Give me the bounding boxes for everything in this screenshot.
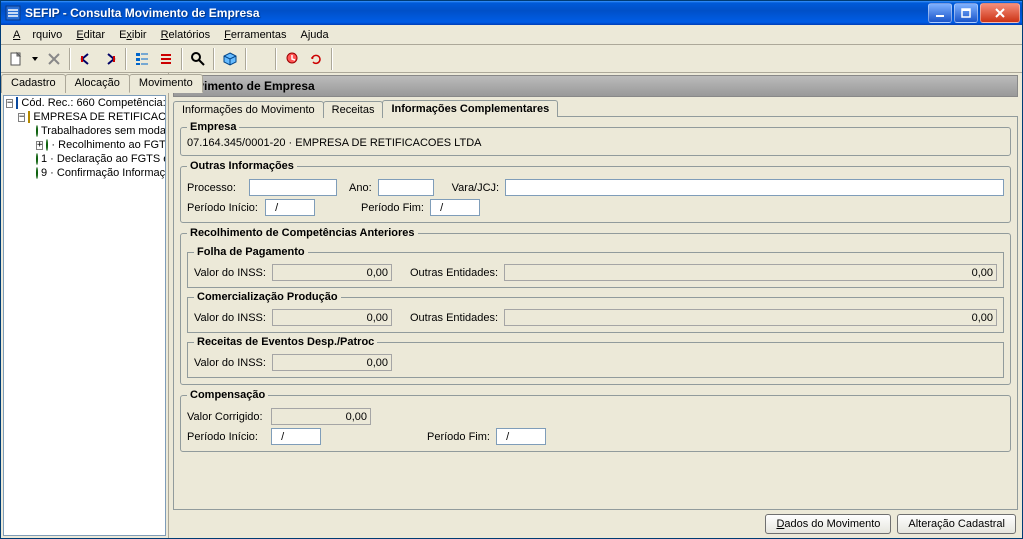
input-ano[interactable] bbox=[378, 179, 434, 196]
node-icon bbox=[46, 139, 48, 151]
window-title: SEFIP - Consulta Movimento de Empresa bbox=[25, 6, 928, 20]
form-area: Empresa 07.164.345/0001-20 · EMPRESA DE … bbox=[173, 116, 1018, 510]
legend-receitas: Receitas de Eventos Desp./Patroc bbox=[194, 336, 377, 348]
tree-empresa[interactable]: −EMPRESA DE RETIFICACOES bbox=[4, 110, 165, 124]
lbl-valor-inss: Valor do INSS: bbox=[194, 267, 266, 279]
arrow-fwd-icon[interactable] bbox=[99, 48, 121, 70]
fieldset-receitas: Receitas de Eventos Desp./Patroc Valor d… bbox=[187, 336, 1004, 378]
lbl-outras-ent: Outras Entidades: bbox=[410, 312, 498, 324]
node-icon bbox=[36, 153, 38, 165]
lbl-ano: Ano: bbox=[349, 182, 372, 194]
legend-comerc: Comercialização Produção bbox=[194, 291, 341, 303]
minimize-button[interactable] bbox=[928, 3, 952, 23]
fieldset-recolhimento: Recolhimento de Competências Anteriores … bbox=[180, 227, 1011, 385]
lbl-comp-periodo-fim: Período Fim: bbox=[427, 431, 490, 443]
cube-icon[interactable] bbox=[219, 48, 241, 70]
fieldset-compensacao: Compensação Valor Corrigido: Período Iní… bbox=[180, 389, 1011, 452]
input-comerc-inss bbox=[272, 309, 392, 326]
legend-outras: Outras Informações bbox=[187, 160, 297, 172]
toolbar-separator bbox=[213, 48, 215, 70]
fieldset-outras: Outras Informações Processo: Ano: Vara/J… bbox=[180, 160, 1011, 223]
lbl-valor-inss: Valor do INSS: bbox=[194, 312, 266, 324]
toolbar-separator bbox=[69, 48, 71, 70]
input-folha-outras bbox=[504, 264, 997, 281]
empresa-value: 07.164.345/0001-20 · EMPRESA DE RETIFICA… bbox=[187, 137, 1004, 149]
input-receitas-inss bbox=[272, 354, 392, 371]
toolbar-separator bbox=[125, 48, 127, 70]
input-folha-inss bbox=[272, 264, 392, 281]
lbl-periodo-inicio: Período Início: bbox=[187, 202, 259, 214]
lbl-comp-periodo-inicio: Período Início: bbox=[187, 431, 265, 443]
menu-relatorios[interactable]: Relatórios bbox=[155, 27, 217, 43]
input-periodo-inicio[interactable] bbox=[265, 199, 315, 216]
refresh-icon[interactable] bbox=[305, 48, 327, 70]
toolbar-separator bbox=[181, 48, 183, 70]
menu-editar[interactable]: Editar bbox=[70, 27, 111, 43]
menu-ferramentas[interactable]: Ferramentas bbox=[218, 27, 292, 43]
mtab-info-movimento[interactable]: Informações do Movimento bbox=[173, 101, 324, 118]
folder-icon bbox=[16, 97, 18, 109]
tree-view[interactable]: −Cód. Rec.: 660 Competência: 03/20 −EMPR… bbox=[3, 95, 166, 536]
input-comerc-outras bbox=[504, 309, 997, 326]
node-icon bbox=[36, 167, 38, 179]
menubar: Arquivo Editar Exibir Relatórios Ferrame… bbox=[1, 25, 1022, 45]
lbl-processo: Processo: bbox=[187, 182, 243, 194]
search-icon[interactable] bbox=[187, 48, 209, 70]
lbl-valor-inss: Valor do INSS: bbox=[194, 357, 266, 369]
tab-movimento[interactable]: Movimento bbox=[129, 74, 203, 93]
fieldset-comerc: Comercialização Produção Valor do INSS: … bbox=[187, 291, 1004, 333]
input-processo[interactable] bbox=[249, 179, 337, 196]
tree-item[interactable]: +· Recolhimento ao FGTS bbox=[4, 138, 165, 152]
tab-cadastro[interactable]: Cadastro bbox=[1, 74, 66, 93]
tree-icon[interactable] bbox=[131, 48, 153, 70]
toolbar-separator bbox=[275, 48, 277, 70]
close-button[interactable] bbox=[980, 3, 1020, 23]
new-doc-icon[interactable] bbox=[5, 48, 27, 70]
input-comp-periodo-fim[interactable] bbox=[496, 428, 546, 445]
tab-alocacao[interactable]: Alocação bbox=[65, 74, 130, 93]
legend-compensacao: Compensação bbox=[187, 389, 268, 401]
toolbar-separator bbox=[245, 48, 247, 70]
tree-item[interactable]: 1 · Declaração ao FGTS e · bbox=[4, 152, 165, 166]
input-vara[interactable] bbox=[505, 179, 1004, 196]
lbl-outras-ent: Outras Entidades: bbox=[410, 267, 498, 279]
btn-dados-movimento[interactable]: Dados do Movimento bbox=[765, 514, 891, 534]
toolbar bbox=[1, 45, 1022, 73]
flag-red-icon[interactable] bbox=[281, 48, 303, 70]
main-panel: Movimento de Empresa Informações do Movi… bbox=[169, 73, 1022, 538]
menu-arquivo[interactable]: Arquivo bbox=[7, 27, 68, 43]
legend-empresa: Empresa bbox=[187, 121, 239, 133]
fieldset-folha: Folha de Pagamento Valor do INSS: Outras… bbox=[187, 246, 1004, 288]
tree-root[interactable]: −Cód. Rec.: 660 Competência: 03/20 bbox=[4, 96, 165, 110]
legend-recolhimento: Recolhimento de Competências Anteriores bbox=[187, 227, 418, 239]
maximize-button[interactable] bbox=[954, 3, 978, 23]
dropdown-arrow-icon[interactable] bbox=[29, 48, 41, 70]
bottom-buttons: Dados do Movimento Alteração Cadastral bbox=[173, 510, 1018, 534]
delete-icon[interactable] bbox=[43, 48, 65, 70]
fieldset-empresa: Empresa 07.164.345/0001-20 · EMPRESA DE … bbox=[180, 121, 1011, 156]
btn-alteracao-cadastral[interactable]: Alteração Cadastral bbox=[897, 514, 1016, 534]
input-comp-periodo-inicio[interactable] bbox=[271, 428, 321, 445]
list-icon[interactable] bbox=[155, 48, 177, 70]
menu-ajuda[interactable]: Ajuda bbox=[294, 27, 334, 43]
input-valor-corrigido bbox=[271, 408, 371, 425]
lbl-periodo-fim: Período Fim: bbox=[361, 202, 424, 214]
lbl-vara: Vara/JCJ: bbox=[452, 182, 499, 194]
lbl-valor-corrigido: Valor Corrigido: bbox=[187, 411, 265, 423]
company-icon bbox=[28, 111, 30, 123]
titlebar: SEFIP - Consulta Movimento de Empresa bbox=[1, 1, 1022, 25]
input-periodo-fim[interactable] bbox=[430, 199, 480, 216]
tree-item[interactable]: Trabalhadores sem modalid bbox=[4, 124, 165, 138]
arrow-back-icon[interactable] bbox=[75, 48, 97, 70]
mtab-receitas[interactable]: Receitas bbox=[323, 101, 384, 118]
mtab-info-complementares[interactable]: Informações Complementares bbox=[382, 100, 558, 117]
left-panel: Cadastro Alocação Movimento −Cód. Rec.: … bbox=[1, 73, 169, 538]
app-icon bbox=[5, 5, 21, 21]
menu-exibir[interactable]: Exibir bbox=[113, 27, 153, 43]
toolbar-separator bbox=[331, 48, 333, 70]
node-icon bbox=[36, 125, 38, 137]
main-title: Movimento de Empresa bbox=[173, 75, 1018, 97]
legend-folha: Folha de Pagamento bbox=[194, 246, 308, 258]
tree-item[interactable]: 9 · Confirmação Informaçõe bbox=[4, 166, 165, 180]
